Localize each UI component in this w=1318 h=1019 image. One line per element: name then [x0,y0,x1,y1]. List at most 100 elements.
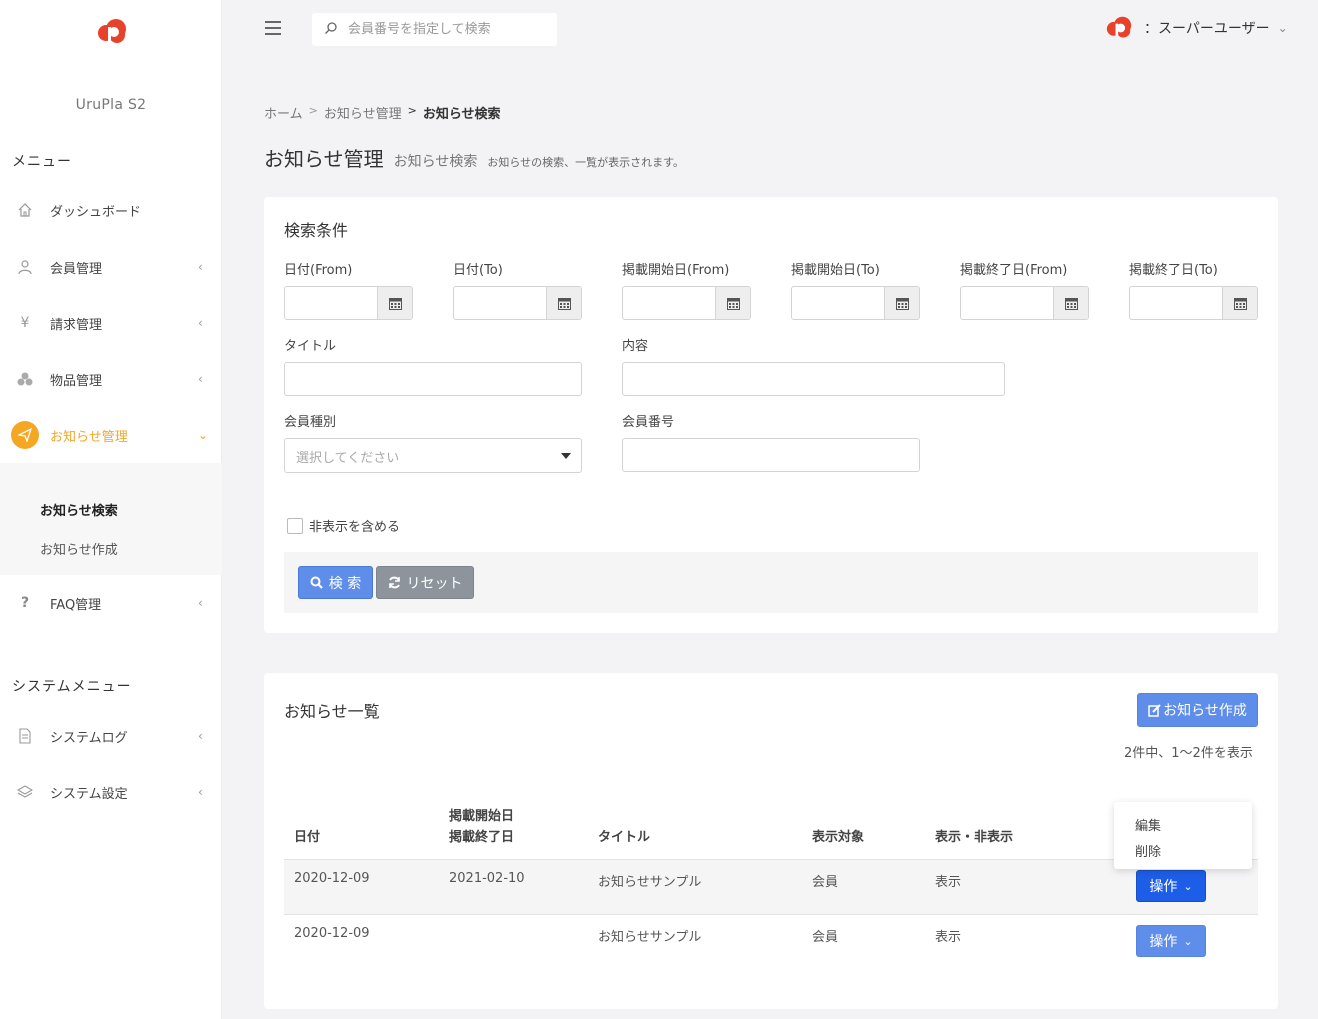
user-menu[interactable]: ：スーパーユーザー ⌄ [1104,13,1288,43]
row-action-label: 操作 [1149,934,1178,950]
user-avatar-logo [1106,16,1132,38]
col-header-date: 日付 [294,830,321,845]
row-action-label: 操作 [1149,879,1178,895]
dropdown-item-edit[interactable]: 編集 [1135,815,1161,834]
chevron-down-icon: ⌄ [1183,934,1193,948]
boxes-icon [15,369,35,389]
end-date-to-label: 掲載終了日(To) [1129,263,1218,278]
user-icon [15,257,35,277]
end-date-to-input[interactable] [1129,286,1258,320]
list-card-title: お知らせ一覧 [284,702,380,721]
end-date-from-input[interactable] [960,286,1089,320]
date-from-input[interactable] [284,286,413,320]
sidebar-item-label: 請求管理 [50,317,103,333]
calendar-icon[interactable] [1222,287,1257,319]
start-date-from-label: 掲載開始日(From) [622,263,730,278]
sidebar-item-dashboard[interactable]: ダッシュボード [0,190,222,230]
sidebar-item-goods[interactable]: 物品管理 ‹ [0,359,222,399]
cell-visible: 表示 [935,930,962,945]
member-search-input[interactable] [348,19,548,40]
title-input[interactable] [284,362,582,396]
sidebar-item-notices[interactable]: お知らせ管理 ⌄ [0,415,222,455]
chevron-left-icon: ‹ [198,316,203,330]
submenu-item-notice-search[interactable]: お知らせ検索 [40,500,118,519]
yen-icon: ¥ [20,315,30,331]
breadcrumb-notices[interactable]: お知らせ管理 [324,103,402,122]
sidebar-item-faq[interactable]: ? FAQ管理 ‹ [0,583,222,623]
member-search-box [312,13,557,46]
sidebar-item-billing[interactable]: ¥ 請求管理 ‹ [0,303,222,343]
include-hidden-checkbox[interactable] [287,518,303,534]
start-date-from-input[interactable] [622,286,751,320]
row-action-button[interactable]: 操作 ⌄ [1136,925,1206,957]
page-subtitle: お知らせ検索 [393,154,478,170]
search-icon [310,576,323,589]
include-hidden-label: 非表示を含める [309,520,401,535]
calendar-icon[interactable] [884,287,919,319]
cell-date: 2020-12-09 [294,871,370,886]
calendar-icon[interactable] [1053,287,1088,319]
member-no-input[interactable] [622,438,920,472]
calendar-icon[interactable] [377,287,412,319]
date-to-input[interactable] [453,286,582,320]
notices-submenu: お知らせ検索 お知らせ作成 [0,463,222,575]
home-icon [15,200,35,220]
app-logo[interactable] [95,17,129,47]
search-button[interactable]: 検 索 [298,566,373,599]
sidebar-item-system-log[interactable]: システムログ ‹ [0,716,222,756]
sidebar-item-system-settings[interactable]: システム設定 ‹ [0,772,222,812]
create-notice-label: お知らせ作成 [1163,703,1247,719]
chevron-down-icon: ⌄ [1183,879,1193,893]
cell-target: 会員 [812,875,839,890]
breadcrumb: ホーム > お知らせ管理 > お知らせ検索 [264,103,501,122]
system-menu-heading: システムメニュー [12,679,132,695]
reset-button[interactable]: リセット [376,566,474,599]
cell-target: 会員 [812,930,839,945]
calendar-icon[interactable] [715,287,750,319]
sidebar-item-label: お知らせ管理 [50,429,128,445]
search-icon [325,22,337,34]
sidebar-item-members[interactable]: 会員管理 ‹ [0,247,222,287]
cell-title: お知らせサンプル [598,930,702,945]
chevron-left-icon: ‹ [198,260,203,274]
create-notice-button[interactable]: お知らせ作成 [1137,693,1258,727]
sidebar-item-label: 会員管理 [50,261,103,277]
sidebar-item-label: 物品管理 [50,373,103,389]
breadcrumb-home[interactable]: ホーム [264,103,303,122]
hamburger-menu-icon[interactable] [265,21,281,35]
breadcrumb-current: お知らせ検索 [422,107,501,122]
question-icon: ? [20,595,30,611]
dropdown-item-delete[interactable]: 削除 [1135,841,1161,860]
reset-button-label: リセット [406,575,463,592]
title-label: タイトル [284,339,337,354]
chevron-left-icon: ‹ [198,785,203,799]
edit-icon [1148,703,1161,717]
chevron-left-icon: ‹ [198,596,203,610]
breadcrumb-separator: > [407,104,417,117]
page-title: お知らせ管理 [264,147,384,171]
chevron-left-icon: ‹ [198,372,203,386]
member-type-select[interactable]: 選択してください [284,438,582,473]
submenu-item-notice-create[interactable]: お知らせ作成 [40,539,118,558]
sidebar-item-label: システムログ [50,730,128,746]
chevron-down-icon: ⌄ [1277,21,1288,35]
calendar-icon[interactable] [546,287,581,319]
sidebar: UruPla S2 メニュー ダッシュボード 会員管理 ‹ ¥ 請求管理 ‹ 物… [0,0,222,1019]
content-input[interactable] [622,362,1005,396]
paper-plane-icon [11,421,39,449]
end-date-from-label: 掲載終了日(From) [960,263,1068,278]
start-date-to-input[interactable] [791,286,920,320]
document-icon [15,726,35,746]
row-action-button[interactable]: 操作 ⌄ [1136,870,1206,902]
layers-icon [15,782,35,802]
table-row [284,860,1258,914]
start-date-to-label: 掲載開始日(To) [791,263,880,278]
member-no-label: 会員番号 [622,415,675,430]
sidebar-item-label: FAQ管理 [50,597,102,613]
chevron-left-icon: ‹ [198,729,203,743]
sidebar-item-label: ダッシュボード [50,204,142,220]
result-count: 2件中、1〜2件を表示 [1124,746,1253,761]
col-header-end: 掲載終了日 [449,830,515,845]
page-header: お知らせ管理 お知らせ検索 お知らせの検索、一覧が表示されます。 [264,143,684,172]
caret-down-icon [561,453,571,459]
